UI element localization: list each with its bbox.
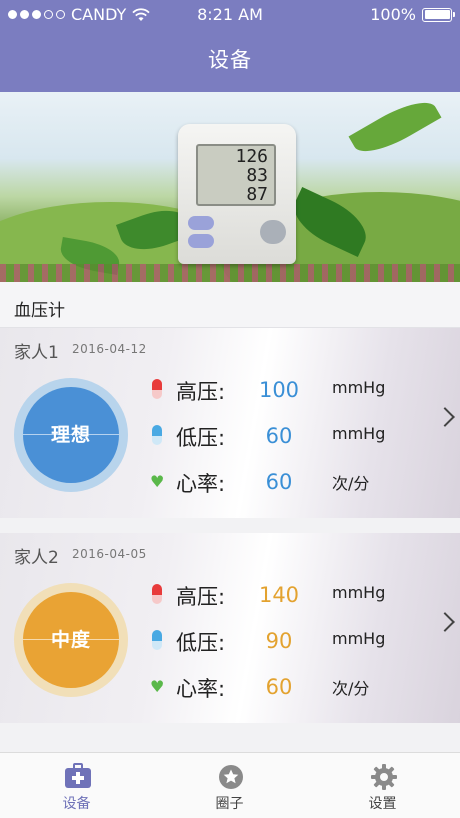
systolic-row: 高压: 140 mmHg bbox=[150, 579, 410, 609]
heart-rate-label: 心率: bbox=[176, 472, 226, 496]
family-card[interactable]: 家人2 2016-04-05 中度 高压: 140 mmHg 低压: 90 mm… bbox=[0, 533, 460, 723]
systolic-unit: mmHg bbox=[332, 378, 386, 397]
status-bar: CANDY 8:21 AM 100% bbox=[0, 0, 460, 30]
systolic-row: 高压: 100 mmHg bbox=[150, 374, 410, 404]
record-date: 2016-04-05 bbox=[72, 547, 147, 561]
tab-devices[interactable]: 设备 bbox=[0, 753, 153, 818]
heart-rate-unit: 次/分 bbox=[332, 679, 370, 698]
page-title: 设备 bbox=[208, 48, 252, 72]
diastolic-row: 低压: 90 mmHg bbox=[150, 625, 410, 655]
heart-icon: ♥ bbox=[150, 472, 165, 491]
systolic-icon bbox=[152, 379, 162, 399]
member-name: 家人2 bbox=[14, 548, 59, 568]
tab-bar: 设备 圈子 设置 bbox=[0, 752, 460, 818]
tab-circle[interactable]: 圈子 bbox=[153, 753, 306, 818]
star-circle-icon bbox=[219, 765, 243, 789]
diastolic-unit: mmHg bbox=[332, 424, 386, 443]
medical-kit-icon bbox=[65, 763, 91, 788]
chevron-right-icon[interactable] bbox=[435, 612, 455, 632]
diastolic-label: 低压: bbox=[176, 426, 226, 450]
tab-label: 设备 bbox=[62, 796, 91, 812]
heart-rate-label: 心率: bbox=[176, 677, 226, 701]
status-label: 理想 bbox=[23, 387, 119, 483]
diastolic-label: 低压: bbox=[176, 631, 226, 655]
family-card[interactable]: 家人1 2016-04-12 理想 高压: 100 mmHg 低压: 60 mm… bbox=[0, 328, 460, 518]
battery-icon bbox=[422, 7, 455, 22]
diastolic-value: 90 bbox=[265, 629, 293, 653]
status-gauge: 中度 bbox=[14, 583, 128, 697]
heart-rate-unit: 次/分 bbox=[332, 474, 370, 493]
systolic-unit: mmHg bbox=[332, 583, 386, 602]
heart-rate-row: ♥ 心率: 60 次/分 bbox=[150, 671, 410, 701]
section-header: 血压计 bbox=[0, 282, 460, 328]
status-gauge: 理想 bbox=[14, 378, 128, 492]
gear-icon bbox=[371, 764, 397, 790]
systolic-value: 100 bbox=[258, 378, 300, 402]
top-bar: CANDY 8:21 AM 100% 设备 bbox=[0, 0, 460, 92]
heart-rate-value: 60 bbox=[265, 675, 293, 699]
status-label: 中度 bbox=[23, 592, 119, 688]
heart-icon: ♥ bbox=[150, 677, 165, 696]
record-date: 2016-04-12 bbox=[72, 342, 147, 356]
member-name: 家人1 bbox=[14, 343, 59, 363]
banner-image: 126 83 87 bbox=[0, 92, 460, 282]
diastolic-unit: mmHg bbox=[332, 629, 386, 648]
battery-group: 100% bbox=[370, 5, 455, 24]
diastolic-value: 60 bbox=[265, 424, 293, 448]
systolic-icon bbox=[152, 584, 162, 604]
diastolic-row: 低压: 60 mmHg bbox=[150, 420, 410, 450]
device-screen: 126 83 87 bbox=[196, 144, 276, 206]
systolic-label: 高压: bbox=[176, 380, 226, 404]
tab-label: 设置 bbox=[368, 796, 397, 812]
battery-percent: 100% bbox=[370, 5, 416, 24]
chevron-right-icon[interactable] bbox=[435, 407, 455, 427]
heart-rate-value: 60 bbox=[265, 470, 293, 494]
systolic-value: 140 bbox=[258, 583, 300, 607]
blood-pressure-monitor-image: 126 83 87 bbox=[178, 124, 296, 264]
diastolic-icon bbox=[152, 630, 162, 650]
tab-settings[interactable]: 设置 bbox=[306, 753, 459, 818]
systolic-label: 高压: bbox=[176, 585, 226, 609]
section-title: 血压计 bbox=[14, 301, 65, 321]
tab-label: 圈子 bbox=[215, 796, 244, 812]
heart-rate-row: ♥ 心率: 60 次/分 bbox=[150, 466, 410, 496]
diastolic-icon bbox=[152, 425, 162, 445]
